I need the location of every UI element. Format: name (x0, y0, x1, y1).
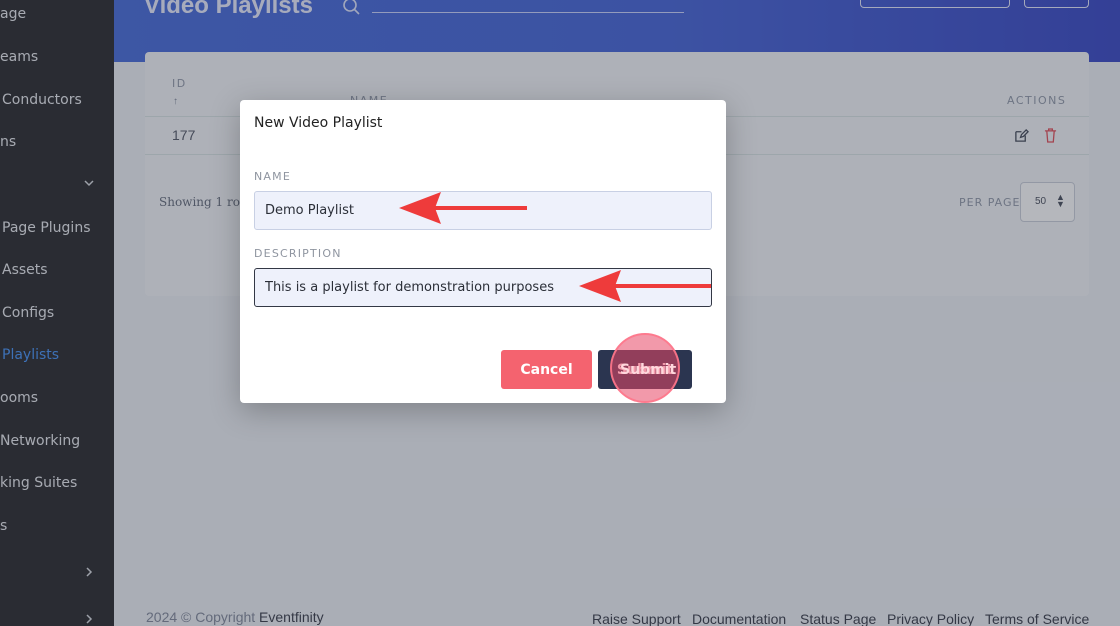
name-field-label: NAME (254, 170, 291, 183)
description-input[interactable] (254, 268, 712, 307)
submit-button[interactable]: Submit (598, 350, 692, 389)
cancel-button[interactable]: Cancel (501, 350, 592, 389)
new-playlist-modal: New Video Playlist NAME DESCRIPTION Canc… (240, 100, 726, 403)
description-field-label: DESCRIPTION (254, 247, 342, 260)
modal-title: New Video Playlist (254, 115, 383, 131)
name-input[interactable] (254, 191, 712, 230)
